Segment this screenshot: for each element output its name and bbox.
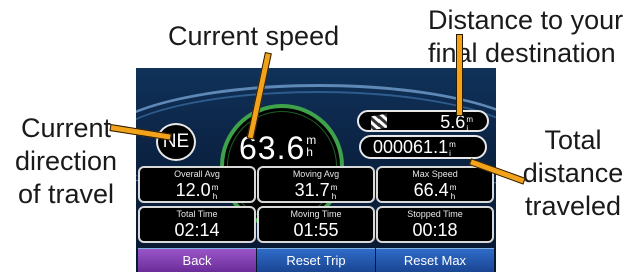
- speed-unit: mh: [306, 134, 317, 158]
- stat-unit: mh: [450, 183, 457, 201]
- stat-unit: mh: [331, 183, 338, 201]
- speed-unit-bottom: h: [306, 145, 314, 159]
- destination-leader-line: [456, 34, 463, 116]
- trip-computer-screen: NE 63.6 m h 5.6 m i 000061.1 m i Overall Avg 1…: [136, 68, 496, 272]
- stat-number: 31.7: [294, 180, 330, 200]
- odometer-unit-top: m: [449, 140, 456, 149]
- destination-distance-unit: mi: [466, 115, 473, 133]
- stat-label: Moving Avg: [292, 169, 340, 179]
- odometer-unit-bottom: i: [449, 149, 451, 158]
- total-time-field: Total Time 02:14: [138, 206, 256, 243]
- stat-value: 31.7 m h: [259, 180, 373, 201]
- moving-time-field: Moving Time 01:55: [257, 206, 375, 243]
- total-callout-line-3: traveled: [524, 191, 622, 221]
- destination-unit-bottom: i: [466, 124, 469, 133]
- direction-indicator: NE: [156, 123, 196, 161]
- checkered-flag-icon: [371, 113, 387, 131]
- stat-label: Max Speed: [412, 169, 458, 179]
- stat-value: 00:18: [412, 220, 458, 240]
- odometer-value: 000061.1: [373, 137, 449, 157]
- stat-number: 66.4: [413, 180, 449, 200]
- direction-callout-line-2: direction: [14, 146, 118, 176]
- reset-trip-button[interactable]: Reset Trip: [257, 248, 375, 272]
- odometer-field: 000061.1 m i: [359, 135, 487, 159]
- total-distance-callout: Total distance traveled: [517, 124, 629, 223]
- stat-unit-top: m: [211, 183, 219, 192]
- stat-label: Overall Avg: [174, 169, 220, 179]
- stat-value: 66.4 m h: [378, 180, 492, 201]
- stat-label: Moving Time: [290, 209, 342, 219]
- distance-callout-line-1: Distance to your: [428, 5, 624, 35]
- back-button[interactable]: Back: [138, 248, 256, 272]
- stat-unit-top: m: [330, 183, 338, 192]
- reset-max-button[interactable]: Reset Max: [376, 248, 494, 272]
- odometer-unit: mi: [449, 140, 456, 158]
- stat-label: Total Time: [176, 209, 218, 219]
- stat-unit-bottom: h: [212, 192, 218, 201]
- stat-unit-bottom: h: [450, 192, 456, 201]
- current-speed-callout: Current speed: [168, 21, 340, 51]
- stat-value: 02:14: [174, 220, 220, 240]
- direction-callout-line-3: of travel: [17, 179, 115, 209]
- moving-avg-field: Moving Avg 31.7 m h: [257, 166, 375, 203]
- stat-unit-bottom: h: [331, 192, 337, 201]
- stat-label: Stopped Time: [407, 209, 463, 219]
- total-callout-line-2: distance: [522, 158, 624, 188]
- destination-unit-top: m: [466, 115, 473, 124]
- stat-value: 12.0 m h: [140, 180, 254, 201]
- stat-unit-top: m: [449, 183, 457, 192]
- stopped-time-field: Stopped Time 00:18: [376, 206, 494, 243]
- stat-number: 12.0: [175, 180, 211, 200]
- overall-avg-field: Overall Avg 12.0 m h: [138, 166, 256, 203]
- stat-value: 01:55: [293, 220, 339, 240]
- total-callout-line-1: Total: [544, 125, 602, 155]
- max-speed-field: Max Speed 66.4 m h: [376, 166, 494, 203]
- stat-unit: mh: [212, 183, 219, 201]
- destination-distance-field: 5.6 m i: [357, 110, 489, 133]
